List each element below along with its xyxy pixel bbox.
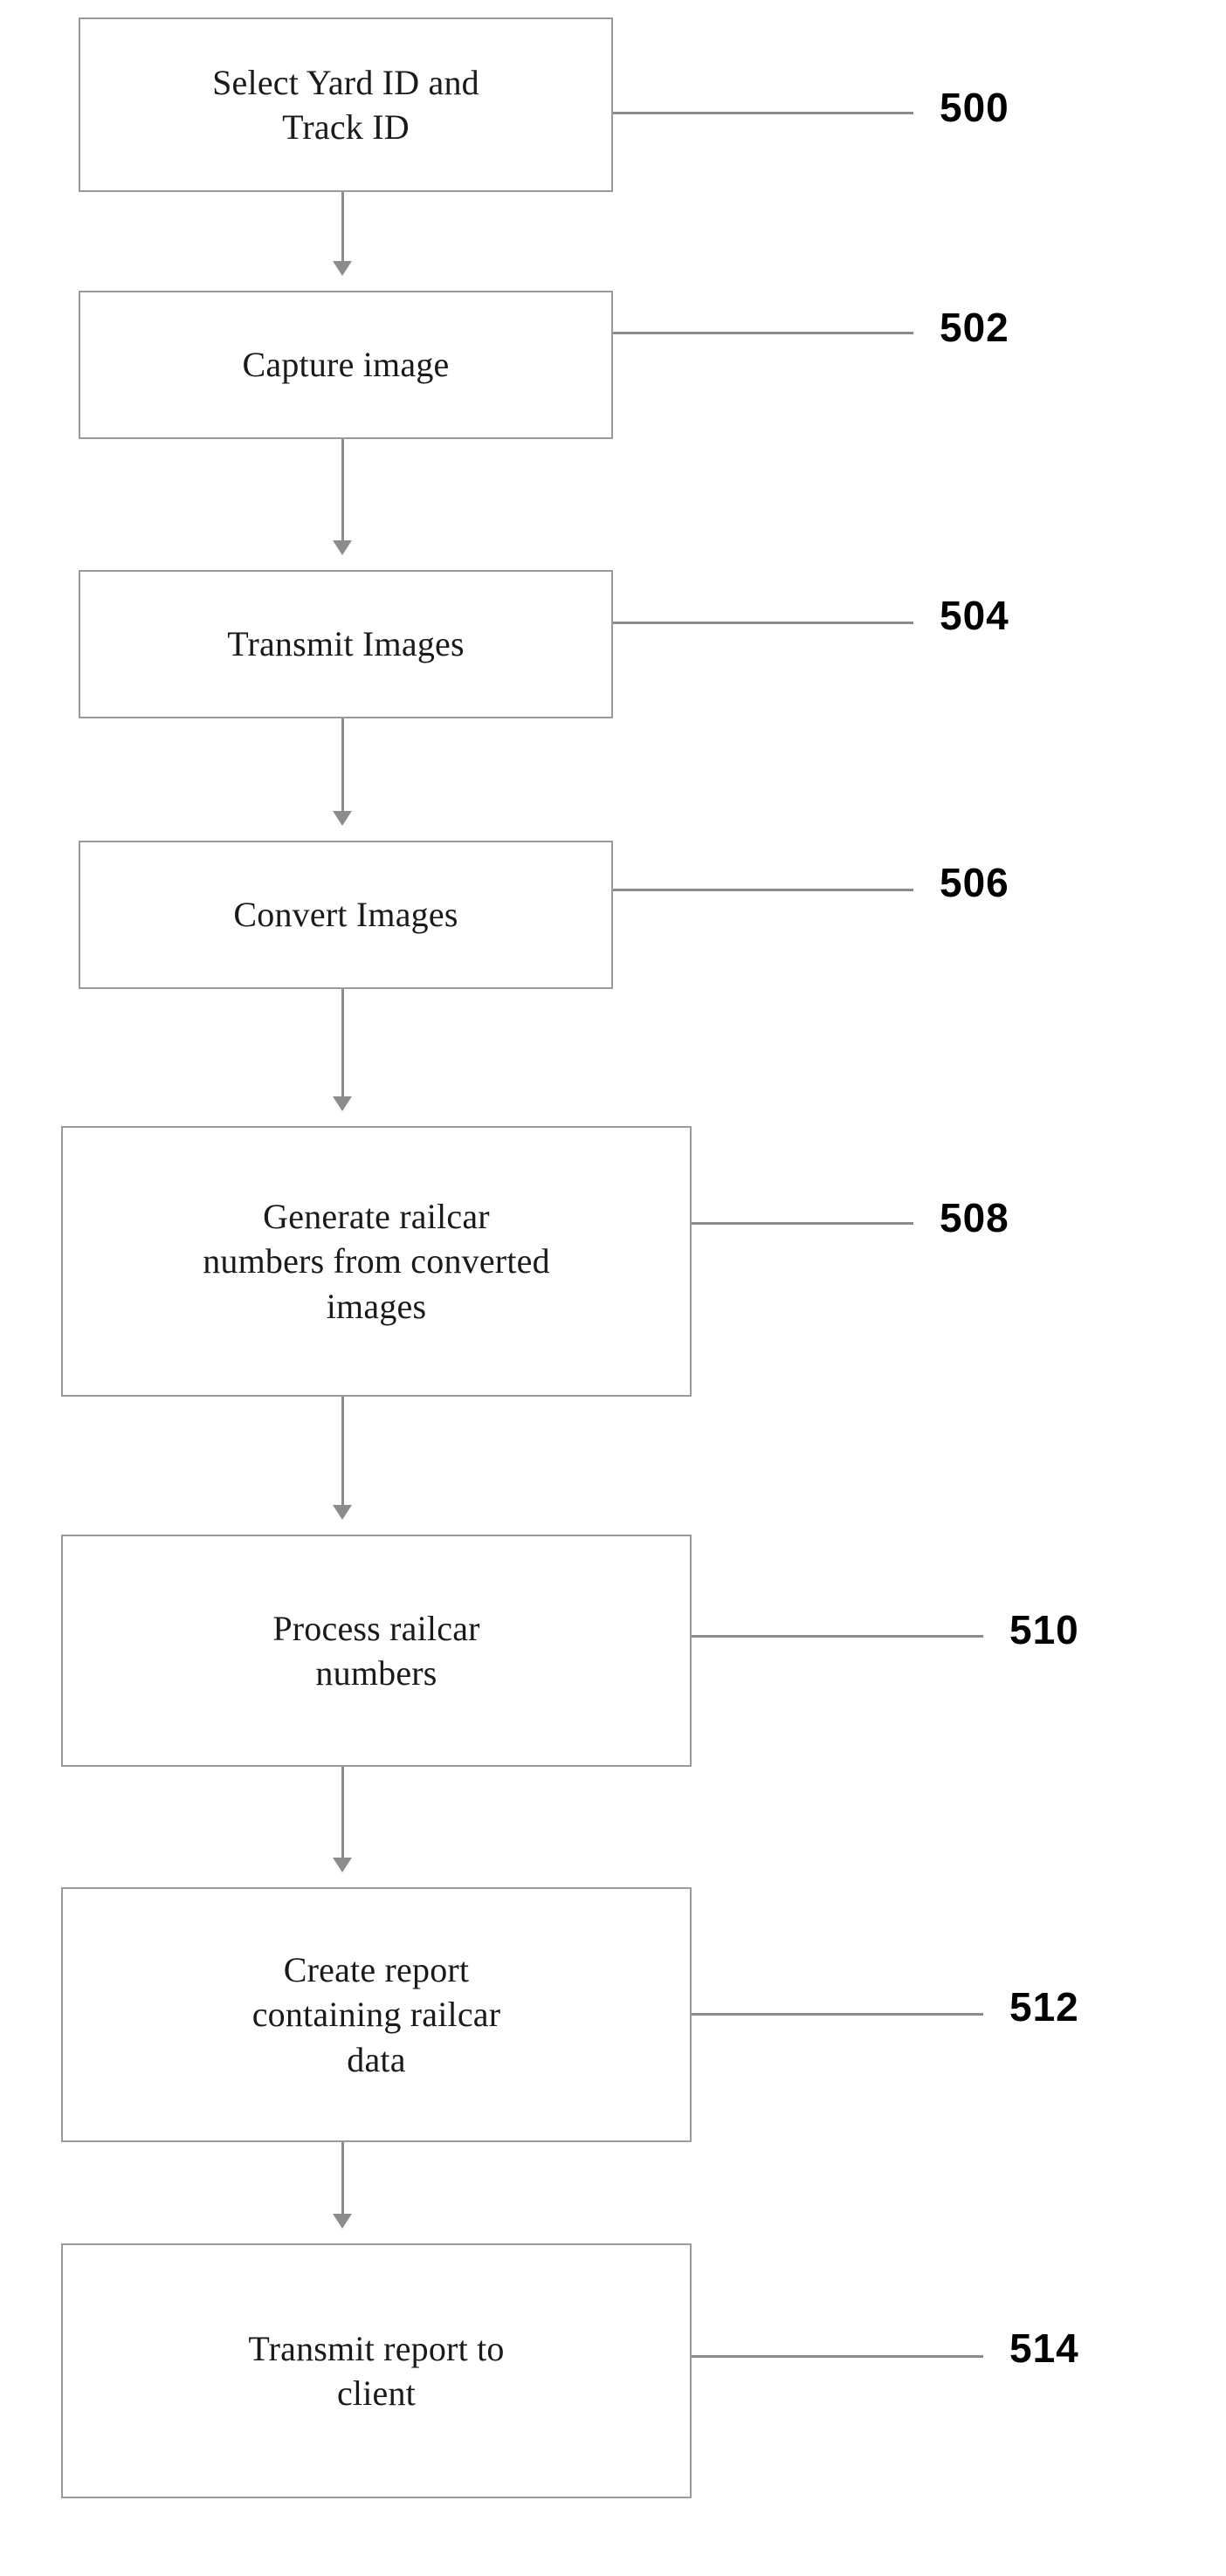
flow-arrowhead <box>333 1858 352 1872</box>
flow-arrowhead <box>333 2214 352 2229</box>
patent-flowchart-figure: Select Yard ID and Track ID 500 Capture im… <box>0 0 1226 2576</box>
reference-leader-line-506 <box>613 889 913 891</box>
reference-leader-line-502 <box>613 332 913 334</box>
flowchart-node-502: Capture image <box>79 291 613 439</box>
reference-numeral-502: 502 <box>940 305 1009 350</box>
flow-arrowhead <box>333 1096 352 1111</box>
flowchart-node-label: Convert Images <box>233 895 458 935</box>
flow-arrowhead <box>333 540 352 555</box>
flowchart-node-514: Transmit report to client <box>61 2243 692 2498</box>
flow-connector <box>341 1397 344 1508</box>
reference-leader-line-512 <box>692 2013 983 2016</box>
flowchart-node-508: Generate railcar numbers from converted … <box>61 1126 692 1397</box>
flow-arrowhead <box>333 811 352 826</box>
reference-numeral-512: 512 <box>1009 1984 1079 2030</box>
flowchart-node-512: Create report containing railcar data <box>61 1887 692 2142</box>
flow-arrowhead <box>333 1505 352 1520</box>
flowchart-node-504: Transmit Images <box>79 570 613 718</box>
flowchart-node-label: Select Yard ID and Track ID <box>212 62 479 147</box>
flow-connector <box>341 2142 344 2216</box>
reference-numeral-510: 510 <box>1009 1607 1079 1652</box>
flow-connector <box>341 1767 344 1860</box>
flow-connector <box>341 192 344 264</box>
reference-leader-line-504 <box>613 622 913 624</box>
reference-leader-line-510 <box>692 1635 983 1638</box>
reference-numeral-506: 506 <box>940 860 1009 905</box>
reference-leader-line-514 <box>692 2355 983 2358</box>
flowchart-node-label: Capture image <box>242 345 450 385</box>
flow-connector <box>341 718 344 814</box>
reference-numeral-508: 508 <box>940 1195 1009 1240</box>
flow-connector <box>341 989 344 1099</box>
flow-arrowhead <box>333 261 352 276</box>
flowchart-node-label: Transmit report to client <box>248 2328 505 2413</box>
reference-leader-line-500 <box>613 112 913 114</box>
flowchart-node-label: Generate railcar numbers from converted … <box>203 1197 550 1326</box>
flowchart-node-label: Create report containing railcar data <box>251 1950 501 2079</box>
reference-numeral-514: 514 <box>1009 2325 1079 2371</box>
flow-connector <box>341 439 344 543</box>
reference-numeral-500: 500 <box>940 85 1009 130</box>
flowchart-node-506: Convert Images <box>79 841 613 989</box>
flowchart-node-500: Select Yard ID and Track ID <box>79 17 613 192</box>
flowchart-node-label: Process railcar numbers <box>272 1608 480 1693</box>
flowchart-node-510: Process railcar numbers <box>61 1535 692 1767</box>
reference-leader-line-508 <box>692 1222 913 1225</box>
reference-numeral-504: 504 <box>940 593 1009 638</box>
flowchart-node-label: Transmit Images <box>227 624 465 664</box>
